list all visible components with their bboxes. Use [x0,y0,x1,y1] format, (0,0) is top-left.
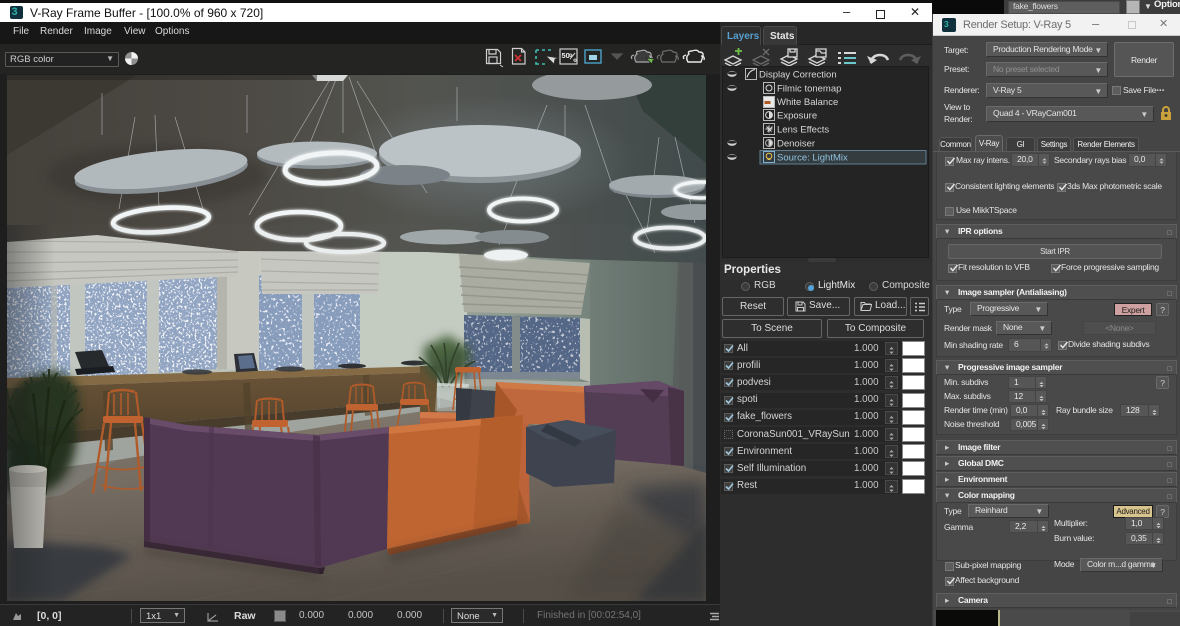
svg-text:Exposure: Exposure [777,111,817,122]
svg-text:50: 50 [562,51,570,60]
svg-text:White Balance: White Balance [777,97,838,108]
svg-text:Lens Effects: Lens Effects [777,125,829,136]
svg-text:Display Correction: Display Correction [759,70,837,81]
svg-text:Source: LightMix: Source: LightMix [777,153,848,164]
svg-text:Denoiser: Denoiser [777,139,815,150]
svg-text:Filmic tonemap: Filmic tonemap [777,84,841,95]
